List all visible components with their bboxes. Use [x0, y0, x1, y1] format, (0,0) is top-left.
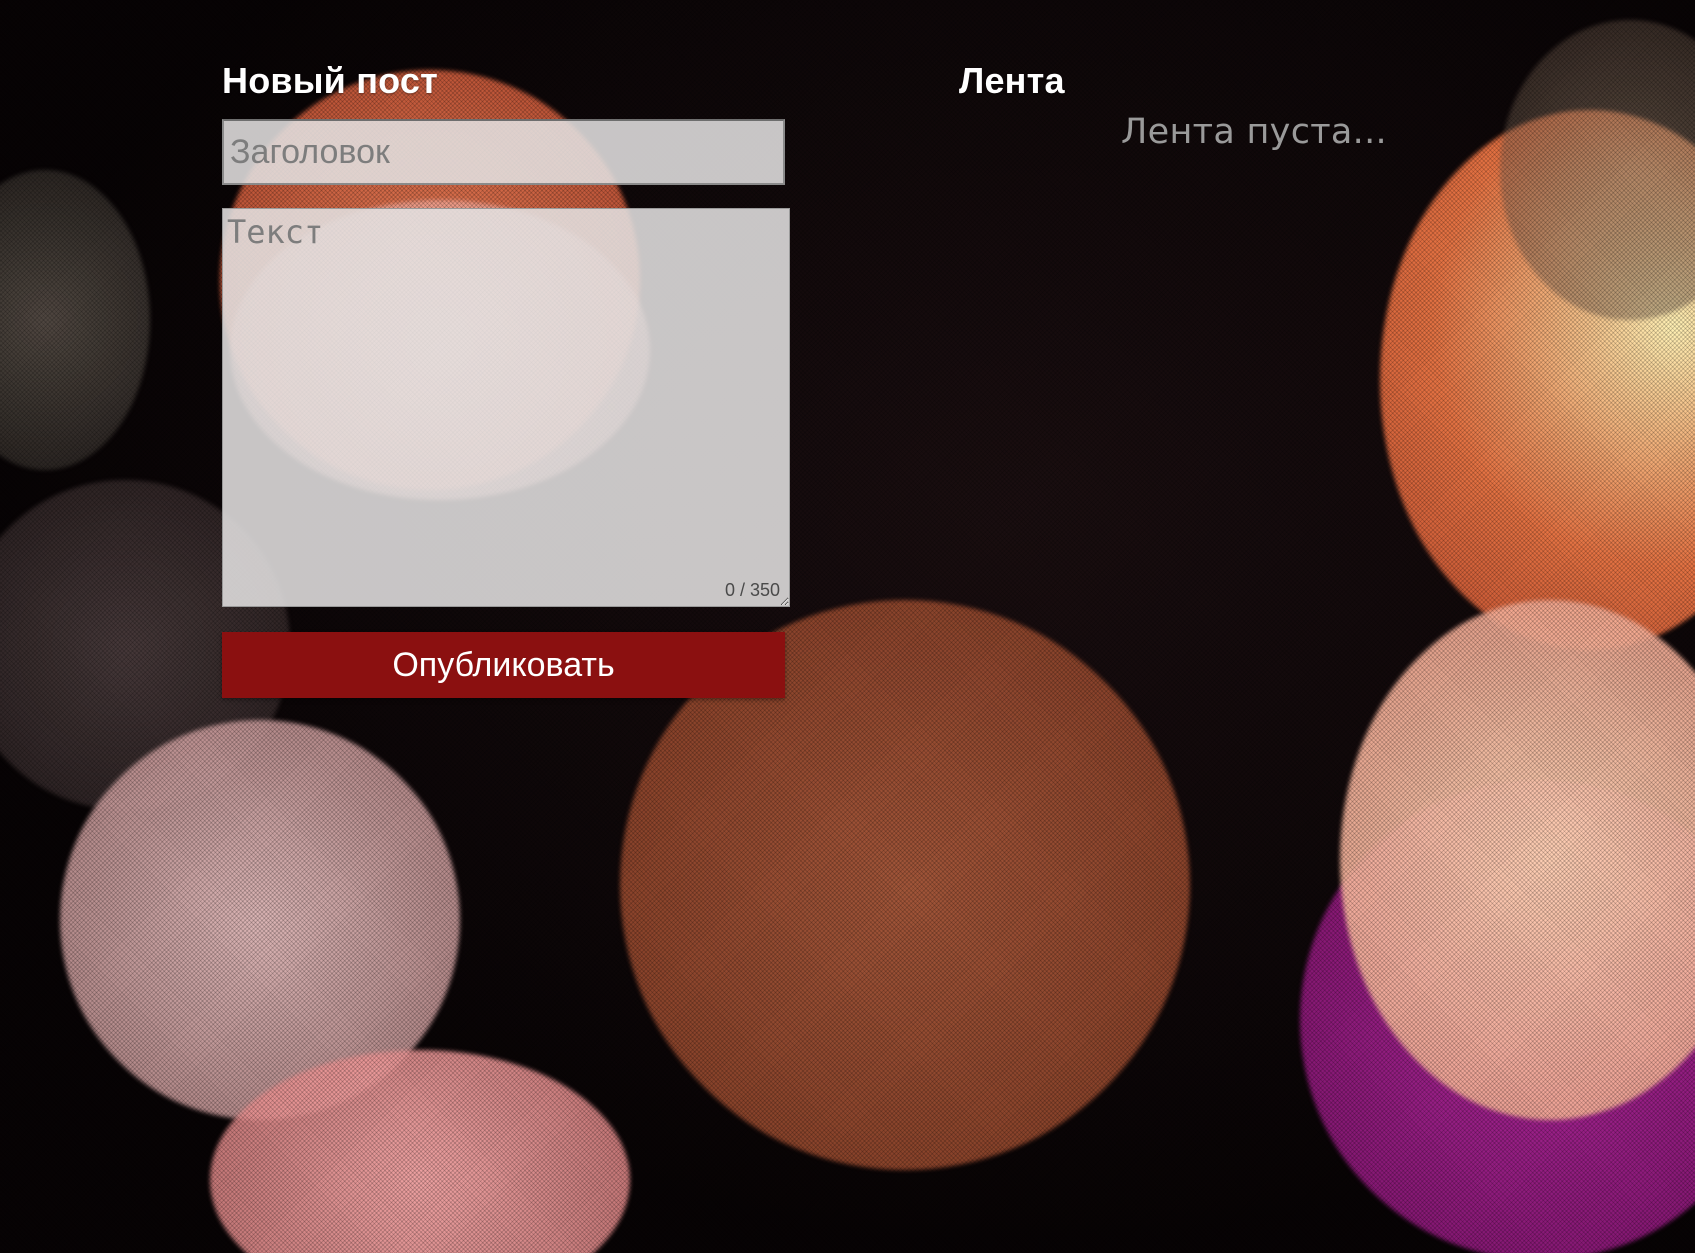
bokeh-background	[0, 0, 1695, 1253]
character-counter: 0 / 350	[724, 580, 780, 600]
post-text-container: 0 / 350	[222, 208, 790, 607]
feed-empty-message: Лента пуста...	[1121, 112, 1387, 152]
post-title-input[interactable]	[222, 119, 785, 185]
post-text-textarea[interactable]	[222, 208, 790, 607]
feed-heading: Лента	[959, 59, 1065, 101]
publish-button[interactable]: Опубликовать	[222, 632, 785, 698]
new-post-heading: Новый пост	[222, 59, 438, 101]
page: Новый пост Лента 0 / 350 Опубликовать Ле…	[0, 0, 1695, 1253]
